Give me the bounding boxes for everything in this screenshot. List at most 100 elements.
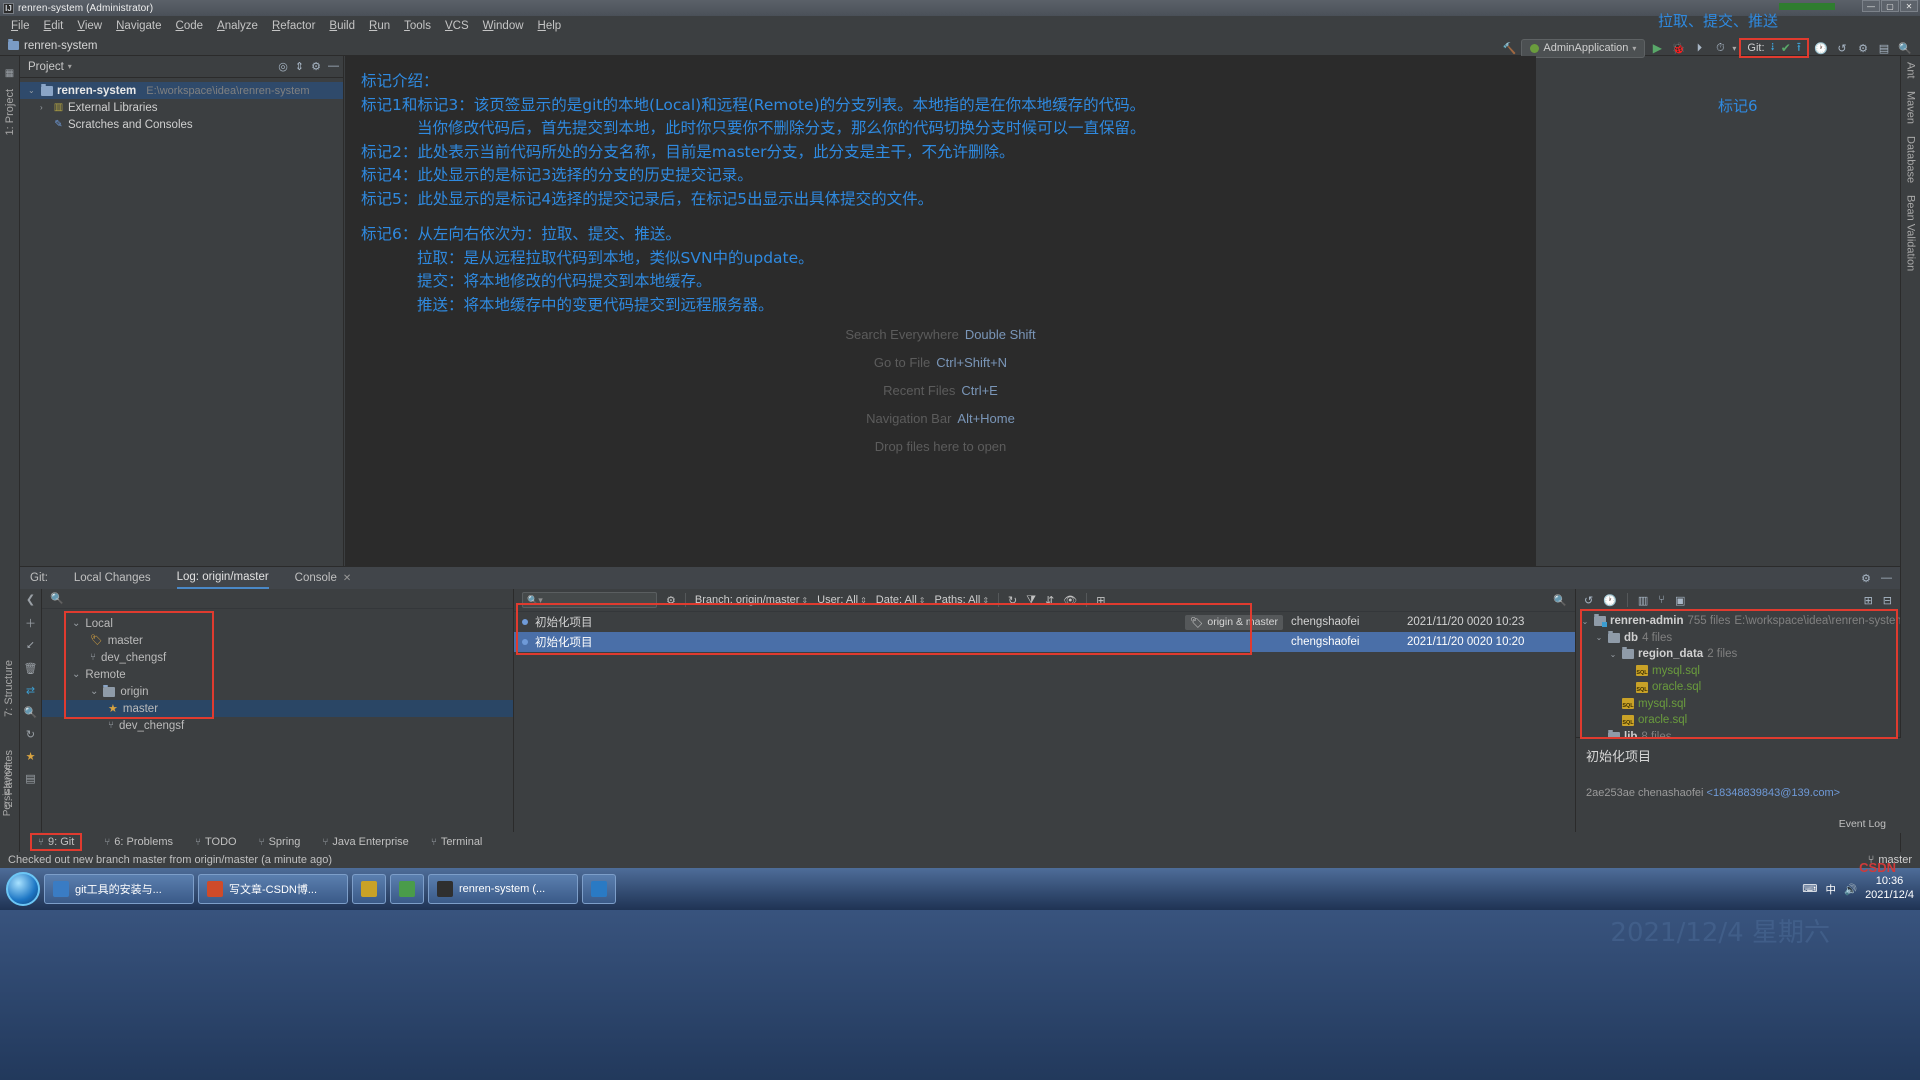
sidebar-item-ant[interactable]: Ant xyxy=(1905,62,1917,79)
breadcrumb-project[interactable]: renren-system xyxy=(24,40,98,52)
tray-ime-icon[interactable]: ⌨ xyxy=(1802,883,1817,895)
sidebar-item-structure[interactable]: 7: Structure xyxy=(3,660,15,717)
menu-item-file[interactable]: File xyxy=(4,19,37,33)
toolwindow-todo[interactable]: ⑂ TODO xyxy=(195,836,237,848)
sidebar-item-bean-validation[interactable]: Bean Validation xyxy=(1905,195,1917,271)
menu-item-tools[interactable]: Tools xyxy=(397,19,438,33)
collapse-graph-icon[interactable]: ⧩ xyxy=(1026,594,1036,607)
history-icon[interactable]: 🕐 xyxy=(1812,39,1830,57)
branch-tree-item[interactable]: ⑂ dev_chengsf xyxy=(42,649,513,666)
add-branch-icon[interactable]: ＋ xyxy=(25,615,36,631)
log-search-input[interactable]: 🔍▾ xyxy=(522,592,657,608)
taskbar-app[interactable]: git工具的安装与... xyxy=(44,874,194,904)
commit-icon[interactable]: ✔ xyxy=(1781,41,1791,55)
menu-item-vcs[interactable]: VCS xyxy=(438,19,476,33)
settings-icon[interactable]: ▤ xyxy=(25,772,35,785)
tray-icons[interactable]: 🔊 xyxy=(1844,883,1857,896)
gear-icon[interactable]: ⚙ xyxy=(666,594,676,607)
branch-tree-item[interactable]: ⑂ dev_chengsf xyxy=(42,717,513,734)
event-log-label[interactable]: Event Log xyxy=(1839,818,1886,830)
chevron-icon[interactable]: ⌄ xyxy=(28,86,37,95)
changed-file-row[interactable]: SQL mysql.sql xyxy=(1576,663,1900,680)
sidebar-item-persistence[interactable]: Persistence xyxy=(2,764,13,816)
chevron-down-icon[interactable]: ▾ xyxy=(68,62,72,71)
changed-file-row[interactable]: ⌄ region_data 2 files xyxy=(1576,646,1900,663)
changed-file-row[interactable]: SQL oracle.sql xyxy=(1576,712,1900,729)
branch-tree-item[interactable]: ⌄ Remote xyxy=(42,666,513,683)
eye-icon[interactable]: 👁 xyxy=(1063,594,1077,607)
push-icon[interactable]: ⭱ xyxy=(1797,38,1801,59)
filter-icon[interactable]: ⑂ xyxy=(1658,594,1665,606)
menu-item-build[interactable]: Build xyxy=(322,19,362,33)
menu-item-code[interactable]: Code xyxy=(169,19,211,33)
branch-tree-item[interactable]: ⌄ Local xyxy=(42,615,513,632)
filter-paths[interactable]: Paths: All ⇕ xyxy=(934,594,989,606)
locate-icon[interactable]: ◎ xyxy=(278,60,288,73)
project-tree-item[interactable]: ✎ Scratches and Consoles xyxy=(20,116,343,133)
tray-lang[interactable]: 中 xyxy=(1825,882,1836,897)
changed-file-row[interactable]: SQL mysql.sql xyxy=(1576,696,1900,713)
collapse-icon[interactable]: ❮ xyxy=(26,593,35,606)
taskbar-app[interactable] xyxy=(390,874,424,904)
changed-file-row[interactable]: ⌄ db 4 files xyxy=(1576,630,1900,647)
menu-item-help[interactable]: Help xyxy=(531,19,569,33)
changed-file-row[interactable]: SQL oracle.sql xyxy=(1576,679,1900,696)
menu-item-edit[interactable]: Edit xyxy=(37,19,71,33)
settings-gear-icon[interactable]: ⚙ xyxy=(1854,39,1872,57)
profile-button[interactable]: ⏱ xyxy=(1711,39,1729,57)
taskbar-app[interactable] xyxy=(352,874,386,904)
project-tool-icon[interactable]: ▦ xyxy=(3,67,16,80)
gear-icon[interactable]: ⚙ xyxy=(1861,572,1871,585)
taskbar-app[interactable] xyxy=(582,874,616,904)
toolwindow-git[interactable]: ⑂ 9: Git xyxy=(30,833,83,851)
history-icon[interactable]: 🕐 xyxy=(1603,594,1617,607)
expand-all-icon[interactable]: ⊞ xyxy=(1864,594,1873,607)
chevron-icon[interactable]: ⌄ xyxy=(1608,650,1618,659)
search-icon[interactable]: 🔍 xyxy=(1553,594,1567,607)
start-button[interactable] xyxy=(6,872,40,906)
refresh-icon[interactable]: ↻ xyxy=(1008,594,1017,607)
menu-item-window[interactable]: Window xyxy=(476,19,531,33)
menu-item-analyze[interactable]: Analyze xyxy=(210,19,265,33)
menu-item-refactor[interactable]: Refactor xyxy=(265,19,322,33)
commit-row[interactable]: 初始化项目 🏷 origin & master chengshaofei 2021/11… xyxy=(514,612,1575,632)
sidebar-item-database[interactable]: Database xyxy=(1905,136,1917,183)
rollback-icon[interactable]: ↺ xyxy=(1833,39,1851,57)
menu-item-run[interactable]: Run xyxy=(362,19,397,33)
filter-branch[interactable]: Branch: origin/master ⇕ xyxy=(695,594,808,606)
close-icon[interactable]: ✕ xyxy=(343,573,351,584)
expand-collapse-icon[interactable]: ⇕ xyxy=(295,60,304,73)
build-hammer-icon[interactable]: 🔨 xyxy=(1500,39,1518,57)
project-tree-item[interactable]: › ▥ External Libraries xyxy=(20,99,343,116)
refresh-icon[interactable]: ↻ xyxy=(26,728,35,741)
chevron-down-icon[interactable]: ⌄ xyxy=(72,669,80,680)
taskbar-app[interactable]: renren-system (... xyxy=(428,874,578,904)
filter-user[interactable]: User: All ⇕ xyxy=(817,594,867,606)
branch-tree-item[interactable]: ★ master xyxy=(42,700,513,717)
gear-icon[interactable]: ⚙ xyxy=(311,60,321,73)
toolwindow-spring[interactable]: ⑂ Spring xyxy=(259,836,301,848)
maximize-button[interactable]: ▢ xyxy=(1881,0,1899,12)
changed-file-row[interactable]: ⌄ renren-admin 755 files E:\workspace\idea\… xyxy=(1576,613,1900,630)
undo-icon[interactable]: ↺ xyxy=(1584,594,1593,607)
chevron-down-icon[interactable]: ⌄ xyxy=(72,618,80,629)
close-button[interactable]: ✕ xyxy=(1900,0,1918,12)
run-with-coverage-button[interactable]: ⏵ xyxy=(1690,39,1708,57)
toolwindow-problems[interactable]: ⑂ 6: Problems xyxy=(104,836,173,848)
collapse-all-icon[interactable]: ⊟ xyxy=(1883,594,1892,607)
update-project-icon[interactable]: ⭭ xyxy=(1771,38,1775,59)
chevron-down-icon[interactable]: ⌄ xyxy=(90,686,98,697)
git-tab-log--origin-master[interactable]: Log: origin/master xyxy=(176,567,269,589)
sidebar-item-maven[interactable]: Maven xyxy=(1905,91,1917,124)
chevron-icon[interactable]: ⌄ xyxy=(1594,633,1604,642)
branch-search-row[interactable]: 🔍 xyxy=(42,589,513,609)
debug-button[interactable]: 🐞 xyxy=(1669,39,1687,57)
search-icon[interactable]: 🔍 xyxy=(24,706,38,719)
preview-icon[interactable]: ▣ xyxy=(1675,594,1685,607)
chevron-icon[interactable]: ⌄ xyxy=(1580,617,1590,626)
taskbar-app[interactable]: 写文章-CSDN博... xyxy=(198,874,348,904)
group-by-icon[interactable]: ▥ xyxy=(1638,594,1648,607)
sync-icon[interactable]: ⇄ xyxy=(26,684,35,697)
filter-date[interactable]: Date: All ⇕ xyxy=(876,594,926,606)
project-tree-item[interactable]: ⌄ renren-system E:\workspace\idea\renren-s… xyxy=(20,82,343,99)
